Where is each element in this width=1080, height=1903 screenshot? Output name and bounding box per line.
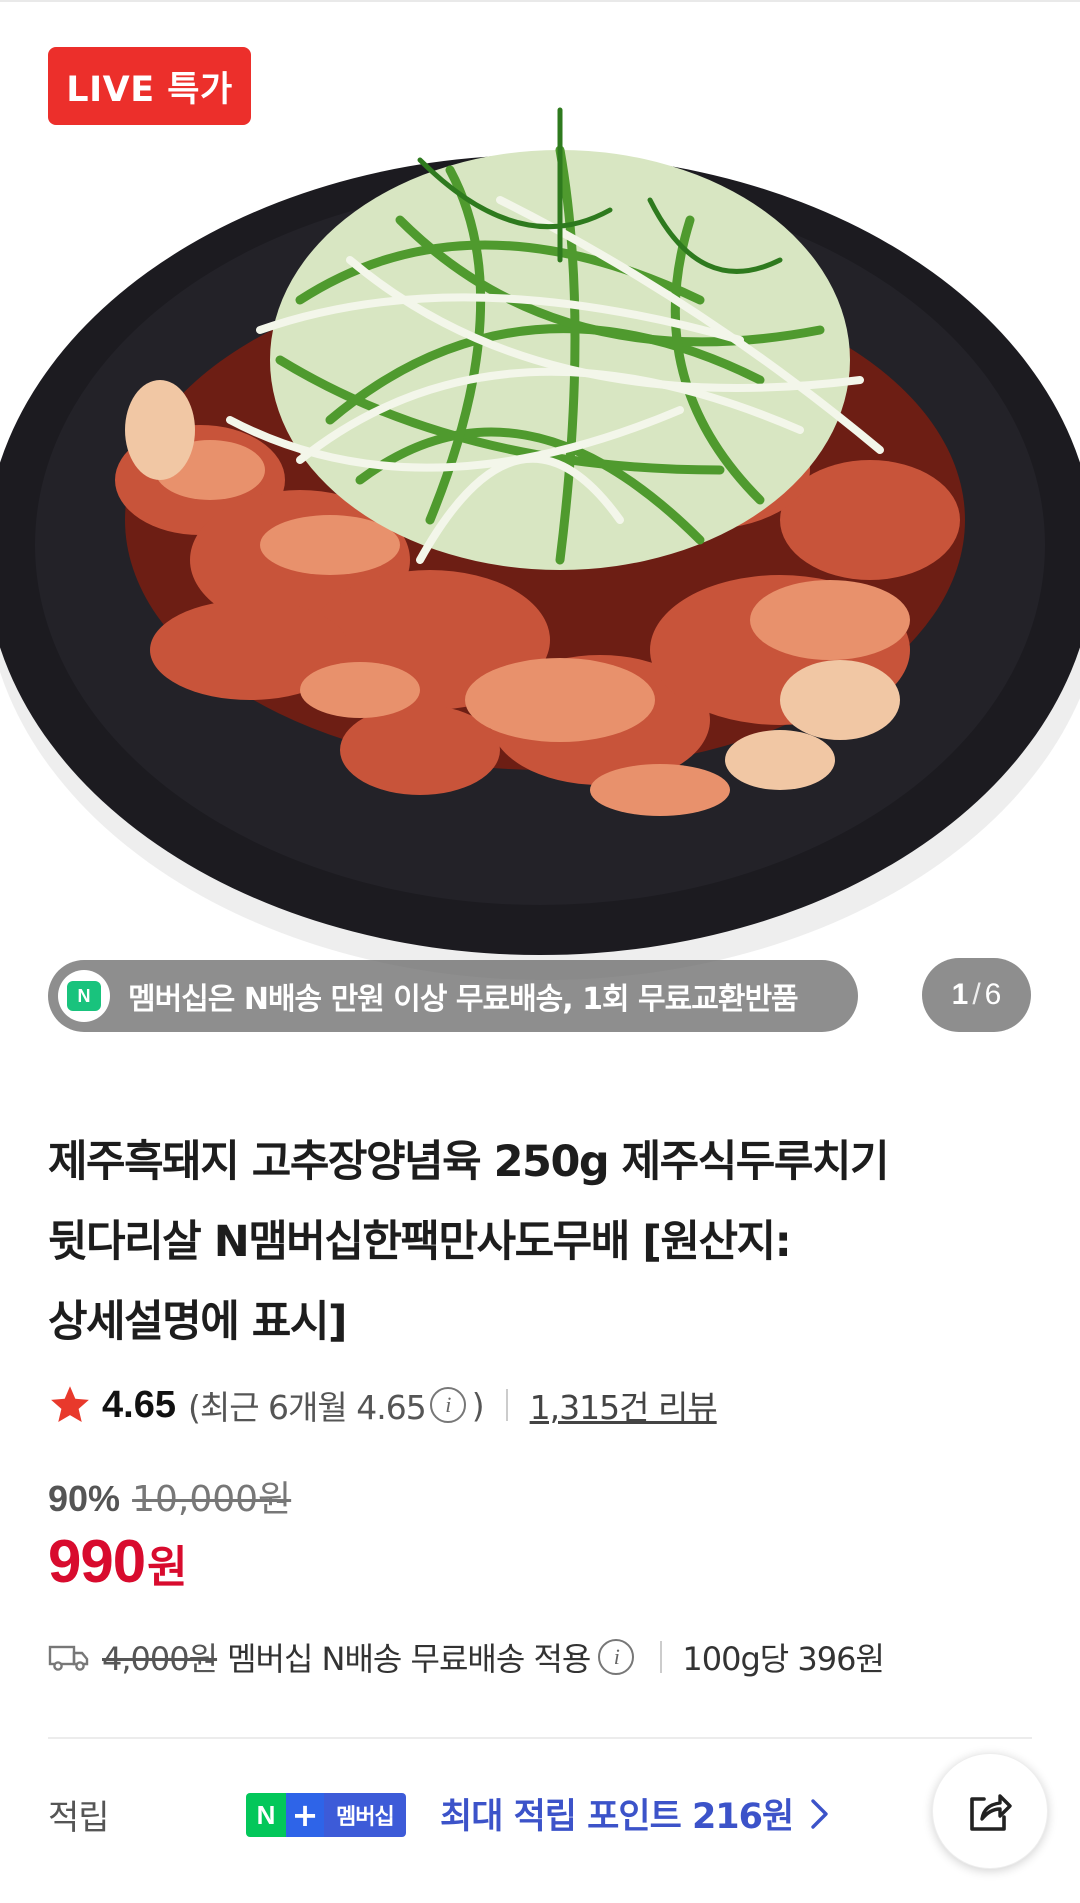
discount-rate: 90% (48, 1478, 121, 1519)
badge-text: 멤버십 (324, 1793, 406, 1837)
sale-price-value: 990 (48, 1528, 146, 1595)
membership-banner[interactable]: N 멤버십은 N배송 만원 이상 무료배송, 1회 무료교환반품 (48, 960, 858, 1032)
page-separator: / (972, 978, 981, 1011)
share-button[interactable] (932, 1753, 1048, 1869)
n-plus-membership-badge: N + 멤버십 (246, 1793, 406, 1837)
rating-row: 4.65 (최근 6개월 4.65 i ) 1,315건 리뷰 (48, 1380, 718, 1430)
rating-score: 4.65 (102, 1383, 176, 1426)
title-line-2: 뒷다리살 N맴버십한팩만사도무배 [원산지: (48, 1217, 792, 1267)
sale-price-unit: 원 (147, 1542, 188, 1593)
product-photo (0, 107, 1080, 980)
info-icon[interactable]: i (429, 1387, 466, 1423)
badge-n: N (246, 1793, 286, 1837)
rating-recent-close: ) (471, 1385, 485, 1425)
section-divider (48, 1737, 1032, 1739)
max-points-text: 최대 적립 포인트 216원 (440, 1797, 794, 1837)
info-icon[interactable]: i (598, 1639, 635, 1675)
product-title: 제주흑돼지 고추장양념육 250g 제주식두루치기 뒷다리살 N맴버십한팩만사도… (48, 1122, 1008, 1362)
product-image-gallery[interactable]: LIVE 특가 N 멤버십은 N배송 만원 이상 무료배송, 1회 무료교환반품… (0, 0, 1080, 1075)
max-points-link[interactable]: 최대 적립 포인트 216원 (440, 1788, 831, 1839)
unit-price: 100g당 396원 (682, 1640, 885, 1678)
live-deal-badge: LIVE 특가 (48, 47, 251, 125)
truck-icon (48, 1645, 89, 1671)
page-total: 6 (984, 978, 1002, 1011)
review-count-link[interactable]: 1,315건 리뷰 (530, 1381, 718, 1429)
image-page-counter: 1 / 6 (922, 958, 1031, 1032)
divider (660, 1641, 663, 1673)
divider (505, 1389, 508, 1421)
star-icon (51, 1386, 89, 1423)
original-price: 10,000원 (132, 1479, 292, 1520)
sale-price: 990 원 (48, 1527, 188, 1596)
chevron-right-icon (811, 1798, 828, 1829)
membership-banner-text: 멤버십은 N배송 만원 이상 무료배송, 1회 무료교환반품 (128, 982, 799, 1017)
share-icon (970, 1794, 1012, 1831)
n-delivery-icon: N (58, 970, 110, 1022)
original-shipping-fee: 4,000원 (102, 1640, 218, 1678)
rating-recent-text: (최근 6개월 4.65 (187, 1388, 427, 1427)
badge-plus: + (286, 1793, 324, 1837)
page-current: 1 (951, 978, 969, 1011)
title-line-3: 상세설명에 표시] (48, 1297, 348, 1347)
discount-row: 90% 10,000원 (48, 1470, 291, 1522)
points-label: 적립 (48, 1798, 110, 1838)
rating-recent: (최근 6개월 4.65 i ) (187, 1381, 485, 1429)
title-line-1: 제주흑돼지 고추장양념육 250g 제주식두루치기 (48, 1137, 890, 1187)
shipping-text: 멤버십 N배송 무료배송 적용 (227, 1640, 591, 1678)
shipping-row: 4,000원 멤버십 N배송 무료배송 적용 i 100g당 396원 (48, 1632, 885, 1682)
